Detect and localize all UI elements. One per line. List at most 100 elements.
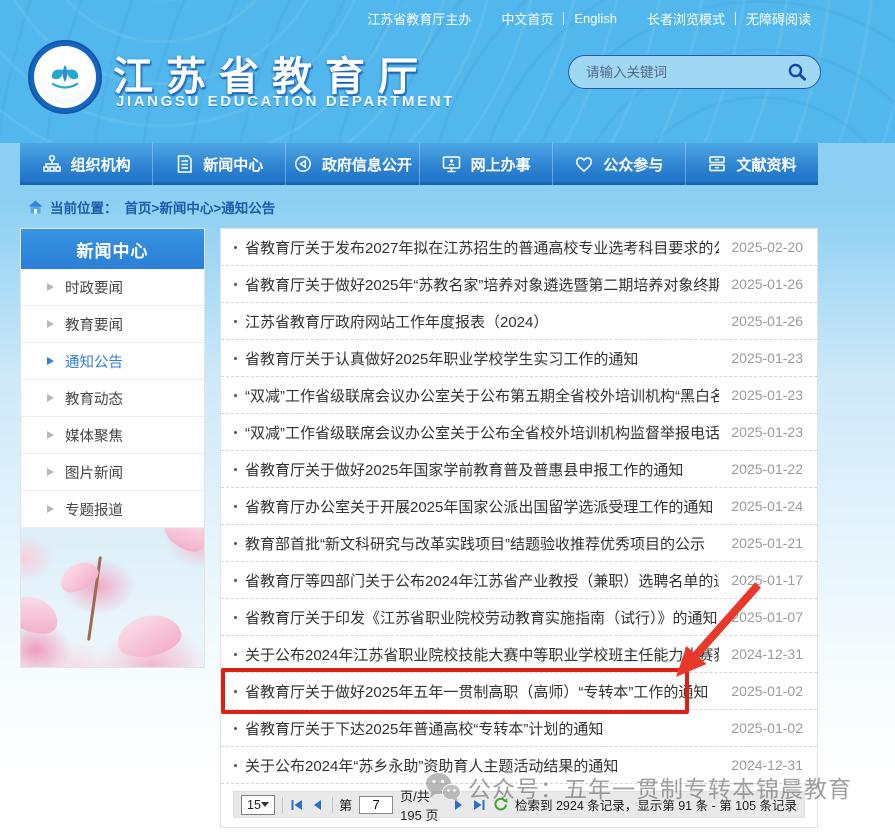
nav-item-documents[interactable]: 文献资料 <box>686 143 818 185</box>
news-title[interactable]: 省教育厅关于下达2025年普通高校“专转本”计划的通知 <box>245 718 719 739</box>
news-date: 2025-01-02 <box>731 720 803 736</box>
bullet-icon <box>234 246 237 249</box>
page: 江苏省教育厅主办 中文首页 English 长者浏览模式 无障碍阅读 <box>0 0 895 833</box>
topbar-separator <box>735 12 736 25</box>
pager-divider <box>332 797 333 813</box>
sidebar-item-education-dynamics[interactable]: 教育动态 <box>21 380 204 417</box>
first-page-button[interactable] <box>290 797 304 813</box>
news-list-panel: 省教育厅关于发布2027年拟在江苏招生的普通高校专业选考科目要求的公告 2025… <box>220 228 818 828</box>
main-nav: 组织机构 新闻中心 政府信息公开 网上办事 <box>20 143 818 185</box>
nav-item-news-center[interactable]: 新闻中心 <box>153 143 286 185</box>
news-date: 2025-02-20 <box>731 239 803 255</box>
news-title[interactable]: 省教育厅关于印发《江苏省职业院校劳动教育实施指南（试行）》的通知 <box>245 607 719 628</box>
search-icon[interactable] <box>786 61 808 83</box>
news-date: 2024-12-31 <box>731 757 803 773</box>
page-number-input[interactable] <box>359 796 393 814</box>
triangle-icon <box>47 431 54 439</box>
news-title[interactable]: 省教育厅关于认真做好2025年职业学校学生实习工作的通知 <box>245 348 719 369</box>
sidebar-item-label: 时政要闻 <box>65 277 123 298</box>
page-label-prefix: 第 <box>339 795 352 814</box>
sidebar-item-label: 媒体聚焦 <box>65 425 123 446</box>
sidebar-item-label: 通知公告 <box>65 351 123 372</box>
triangle-icon <box>47 320 54 328</box>
news-date: 2024-12-31 <box>731 646 803 662</box>
sidebar-item-special-reports[interactable]: 专题报道 <box>21 491 204 528</box>
topbar-separator <box>563 12 564 25</box>
news-date: 2025-01-22 <box>731 461 803 477</box>
news-date: 2025-01-23 <box>731 350 803 366</box>
sidebar-item-notices[interactable]: 通知公告 <box>21 343 204 380</box>
list-item[interactable]: 关于公布2024年“苏乡永助”资助育人主题活动结果的通知 2024-12-31 <box>221 747 817 784</box>
nav-item-online-service[interactable]: 网上办事 <box>420 143 553 185</box>
records-summary: 检索到 2924 条记录，显示第 91 条 - 第 105 条记录 <box>515 795 797 814</box>
news-title[interactable]: 省教育厅办公室关于开展2025年国家公派出国留学选派受理工作的通知 <box>245 496 719 517</box>
news-list: 省教育厅关于发布2027年拟在江苏招生的普通高校专业选考科目要求的公告 2025… <box>221 229 817 784</box>
list-item[interactable]: 省教育厅关于做好2025年国家学前教育普及普惠县申报工作的通知 2025-01-… <box>221 451 817 488</box>
triangle-icon <box>47 394 54 402</box>
last-page-button[interactable] <box>472 797 486 813</box>
nav-item-label: 网上办事 <box>471 154 531 175</box>
news-date: 2025-01-07 <box>731 609 803 625</box>
prev-page-button[interactable] <box>311 797 325 813</box>
refresh-icon[interactable] <box>493 797 508 813</box>
news-title[interactable]: 省教育厅关于发布2027年拟在江苏招生的普通高校专业选考科目要求的公告 <box>245 237 719 258</box>
breadcrumb-label: 当前位置： <box>50 197 118 217</box>
sidebar-item-photo-news[interactable]: 图片新闻 <box>21 454 204 491</box>
news-date: 2025-01-02 <box>731 683 803 699</box>
pagination-bar: 15 第 页/共 195 页 <box>233 791 805 818</box>
triangle-icon <box>47 468 54 476</box>
bullet-icon <box>234 320 237 323</box>
topbar-english-link[interactable]: English <box>574 11 617 26</box>
petal-decoration <box>21 590 63 640</box>
list-item[interactable]: 省教育厅关于认真做好2025年职业学校学生实习工作的通知 2025-01-23 <box>221 340 817 377</box>
news-title[interactable]: 关于公布2024年江苏省职业院校技能大赛中等职业学校班主任能力比赛获奖... <box>245 644 719 665</box>
sidebar-item-label: 教育要闻 <box>65 314 123 335</box>
next-page-button[interactable] <box>451 797 465 813</box>
bullet-icon <box>234 764 237 767</box>
list-item[interactable]: 教育部首批“新文科研究与改革实践项目”结题验收推荐优秀项目的公示 2025-01… <box>221 525 817 562</box>
page-label-suffix: 页/共 195 页 <box>400 786 444 824</box>
topbar-elder-mode-link[interactable]: 长者浏览模式 <box>647 9 725 28</box>
news-title[interactable]: “双减”工作省级联席会议办公室关于公布第五期全省校外培训机构“黑白名单... <box>245 385 719 406</box>
news-date: 2025-01-17 <box>731 572 803 588</box>
list-item[interactable]: 省教育厅等四部门关于公布2024年江苏省产业教授（兼职）选聘名单的通知 2025… <box>221 562 817 599</box>
news-title[interactable]: “双减”工作省级联席会议办公室关于公布全省校外培训机构监督举报电话的公... <box>245 422 719 443</box>
topbar-chinese-home-link[interactable]: 中文首页 <box>501 9 553 28</box>
list-item-highlighted[interactable]: 省教育厅关于做好2025年五年一贯制高职（高师）“专转本”工作的通知 2025-… <box>221 673 817 710</box>
nav-item-gov-info[interactable]: 政府信息公开 <box>286 143 419 185</box>
list-item[interactable]: “双减”工作省级联席会议办公室关于公布全省校外培训机构监督举报电话的公... 2… <box>221 414 817 451</box>
list-item[interactable]: 省教育厅办公室关于开展2025年国家公派出国留学选派受理工作的通知 2025-0… <box>221 488 817 525</box>
list-item[interactable]: 关于公布2024年江苏省职业院校技能大赛中等职业学校班主任能力比赛获奖... 2… <box>221 636 817 673</box>
home-icon[interactable] <box>28 200 43 214</box>
news-title[interactable]: 关于公布2024年“苏乡永助”资助育人主题活动结果的通知 <box>245 755 719 776</box>
sidebar-item-current-politics[interactable]: 时政要闻 <box>21 269 204 306</box>
news-title[interactable]: 省教育厅关于做好2025年“苏教名家”培养对象遴选暨第二期培养对象终期... <box>245 274 719 295</box>
sidebar-item-media-focus[interactable]: 媒体聚焦 <box>21 417 204 454</box>
breadcrumb-path[interactable]: 首页>新闻中心>通知公告 <box>125 197 276 217</box>
news-title[interactable]: 江苏省教育厅政府网站工作年度报表（2024） <box>245 311 719 332</box>
page-size-select[interactable]: 15 <box>241 795 275 815</box>
org-chart-icon <box>42 154 62 174</box>
sidebar: 新闻中心 时政要闻 教育要闻 通知公告 教育动态 媒体聚焦 图片新闻 专题报道 <box>20 228 205 668</box>
list-item[interactable]: 省教育厅关于印发《江苏省职业院校劳动教育实施指南（试行）》的通知 2025-01… <box>221 599 817 636</box>
bullet-icon <box>234 542 237 545</box>
list-item[interactable]: 省教育厅关于下达2025年普通高校“专转本”计划的通知 2025-01-02 <box>221 710 817 747</box>
nav-item-organization[interactable]: 组织机构 <box>20 143 153 185</box>
topbar-accessibility-link[interactable]: 无障碍阅读 <box>746 9 811 28</box>
bullet-icon <box>234 727 237 730</box>
news-title[interactable]: 省教育厅关于做好2025年国家学前教育普及普惠县申报工作的通知 <box>245 459 719 480</box>
list-item[interactable]: “双减”工作省级联席会议办公室关于公布第五期全省校外培训机构“黑白名单... 2… <box>221 377 817 414</box>
list-item[interactable]: 省教育厅关于发布2027年拟在江苏招生的普通高校专业选考科目要求的公告 2025… <box>221 229 817 266</box>
search-input[interactable] <box>586 65 786 80</box>
logo-emblem <box>38 50 92 104</box>
list-item[interactable]: 省教育厅关于做好2025年“苏教名家”培养对象遴选暨第二期培养对象终期... 2… <box>221 266 817 303</box>
news-title[interactable]: 省教育厅等四部门关于公布2024年江苏省产业教授（兼职）选聘名单的通知 <box>245 570 719 591</box>
list-item[interactable]: 江苏省教育厅政府网站工作年度报表（2024） 2025-01-26 <box>221 303 817 340</box>
news-title[interactable]: 教育部首批“新文科研究与改革实践项目”结题验收推荐优秀项目的公示 <box>245 533 719 554</box>
sidebar-title: 新闻中心 <box>21 229 204 269</box>
topbar-host-link[interactable]: 江苏省教育厅主办 <box>367 9 471 28</box>
bullet-icon <box>234 505 237 508</box>
sidebar-item-education-news[interactable]: 教育要闻 <box>21 306 204 343</box>
nav-item-public-participation[interactable]: 公众参与 <box>553 143 686 185</box>
news-title[interactable]: 省教育厅关于做好2025年五年一贯制高职（高师）“专转本”工作的通知 <box>245 681 719 702</box>
